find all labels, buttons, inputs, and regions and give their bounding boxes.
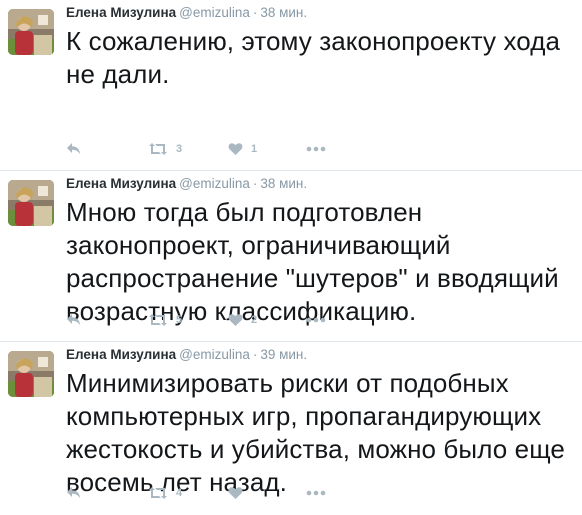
reply-icon: [66, 486, 82, 500]
tweet-actions: 5 2: [66, 311, 366, 329]
tweet-feed: Елена Мизулина @emizulina · 38 мин. К сожал…: [0, 0, 582, 514]
retweet-button[interactable]: 4: [148, 484, 182, 502]
more-icon: [306, 317, 326, 323]
retweet-icon: [148, 313, 168, 327]
tweet-header: Елена Мизулина @emizulina · 38 мин.: [66, 175, 307, 193]
reply-button[interactable]: [66, 311, 82, 329]
tweet-timestamp[interactable]: 39 мин.: [260, 347, 307, 362]
reply-icon: [66, 313, 82, 327]
like-button[interactable]: 1: [228, 140, 257, 158]
more-button[interactable]: [306, 311, 326, 329]
tweet[interactable]: Елена Мизулина @emizulina · 39 мин. Минимиз…: [0, 342, 582, 514]
retweet-icon: [148, 142, 168, 156]
more-button[interactable]: [306, 484, 326, 502]
retweet-icon: [148, 486, 168, 500]
avatar[interactable]: [8, 180, 54, 226]
like-count: 2: [251, 314, 258, 326]
author-username[interactable]: @emizulina: [179, 176, 250, 191]
tweet-header: Елена Мизулина @emizulina · 38 мин.: [66, 4, 307, 22]
tweet-text: Мною тогда был подготовлен законопроект,…: [66, 197, 559, 326]
retweet-count: 5: [176, 314, 183, 326]
tweet[interactable]: Елена Мизулина @emizulina · 38 мин. К сожал…: [0, 0, 582, 171]
tweet-actions: 3 1: [66, 140, 366, 158]
tweet-actions: 4: [66, 484, 366, 502]
tweet-header: Елена Мизулина @emizulina · 39 мин.: [66, 346, 307, 364]
separator: ·: [252, 5, 258, 20]
tweet-timestamp[interactable]: 38 мин.: [260, 5, 307, 20]
like-count: 1: [251, 143, 258, 155]
heart-icon: [228, 313, 243, 327]
reply-button[interactable]: [66, 140, 82, 158]
like-button[interactable]: 2: [228, 311, 257, 329]
reply-icon: [66, 142, 82, 156]
retweet-button[interactable]: 5: [148, 311, 182, 329]
separator: ·: [252, 176, 258, 191]
tweet[interactable]: Елена Мизулина @emizulina · 38 мин. Мною то…: [0, 171, 582, 342]
heart-icon: [228, 486, 243, 500]
retweet-count: 3: [176, 143, 183, 155]
more-icon: [306, 490, 326, 496]
retweet-count: 4: [176, 487, 183, 499]
retweet-button[interactable]: 3: [148, 140, 182, 158]
separator: ·: [252, 347, 258, 362]
author-name[interactable]: Елена Мизулина: [66, 347, 176, 362]
more-icon: [306, 146, 326, 152]
tweet-timestamp[interactable]: 38 мин.: [260, 176, 307, 191]
avatar[interactable]: [8, 351, 54, 397]
tweet-text: К сожалению, этому законопроекту хода не…: [66, 26, 561, 89]
more-button[interactable]: [306, 140, 326, 158]
avatar[interactable]: [8, 9, 54, 55]
author-username[interactable]: @emizulina: [179, 5, 250, 20]
heart-icon: [228, 142, 243, 156]
author-username[interactable]: @emizulina: [179, 347, 250, 362]
author-name[interactable]: Елена Мизулина: [66, 176, 176, 191]
reply-button[interactable]: [66, 484, 82, 502]
tweet-text: Минимизировать риски от подобных компьют…: [66, 368, 565, 497]
author-name[interactable]: Елена Мизулина: [66, 5, 176, 20]
like-button[interactable]: [228, 484, 251, 502]
